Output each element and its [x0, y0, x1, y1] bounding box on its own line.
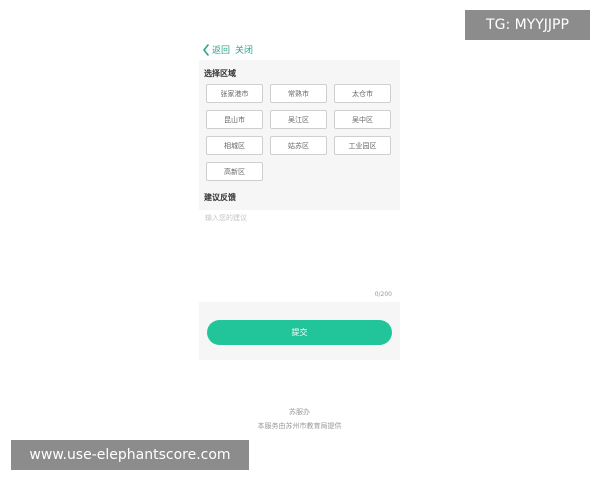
region-option-xiangcheng[interactable]: 相城区: [206, 136, 263, 155]
char-counter: 0/200: [374, 291, 392, 298]
region-option-taicang[interactable]: 太仓市: [334, 84, 391, 103]
feedback-title: 建议反馈: [204, 193, 236, 202]
back-label: 返回: [212, 46, 231, 56]
chevron-left-icon: [203, 43, 209, 56]
region-option-industrial-park[interactable]: 工业园区: [334, 136, 391, 155]
feedback-input[interactable]: [205, 213, 393, 283]
region-option-gusu[interactable]: 姑苏区: [270, 136, 327, 155]
submit-zone: 提交: [199, 302, 400, 360]
footer-provider: 苏服办: [289, 408, 310, 416]
region-option-changshu[interactable]: 常熟市: [270, 84, 327, 103]
region-panel: 选择区域 张家港市 常熟市 太仓市 昆山市 吴江区 吴中区 相城区 姑苏区 工业…: [199, 60, 400, 210]
watermark-top-right: TG: MYYJJPP: [465, 10, 590, 40]
region-option-wujiang[interactable]: 吴江区: [270, 110, 327, 129]
region-title: 选择区域: [204, 69, 236, 78]
back-button[interactable]: 返回: [202, 43, 230, 56]
close-button[interactable]: 关闭: [235, 43, 253, 56]
feedback-box: 0/200: [199, 210, 400, 302]
footer-credit: 本服务由苏州市教育局提供: [257, 422, 342, 430]
region-option-kunshan[interactable]: 昆山市: [206, 110, 263, 129]
region-option-gaoxin[interactable]: 高新区: [206, 162, 263, 181]
watermark-bottom-left: www.use-elephantscore.com: [11, 440, 249, 470]
top-nav: 返回 关闭: [202, 43, 253, 56]
submit-button[interactable]: 提交: [207, 320, 392, 345]
region-option-wuzhong[interactable]: 吴中区: [334, 110, 391, 129]
region-option-zhangjiagang[interactable]: 张家港市: [206, 84, 263, 103]
page: 返回 关闭 选择区域 张家港市 常熟市 太仓市 昆山市 吴江区 吴中区 相城区 …: [0, 0, 600, 480]
